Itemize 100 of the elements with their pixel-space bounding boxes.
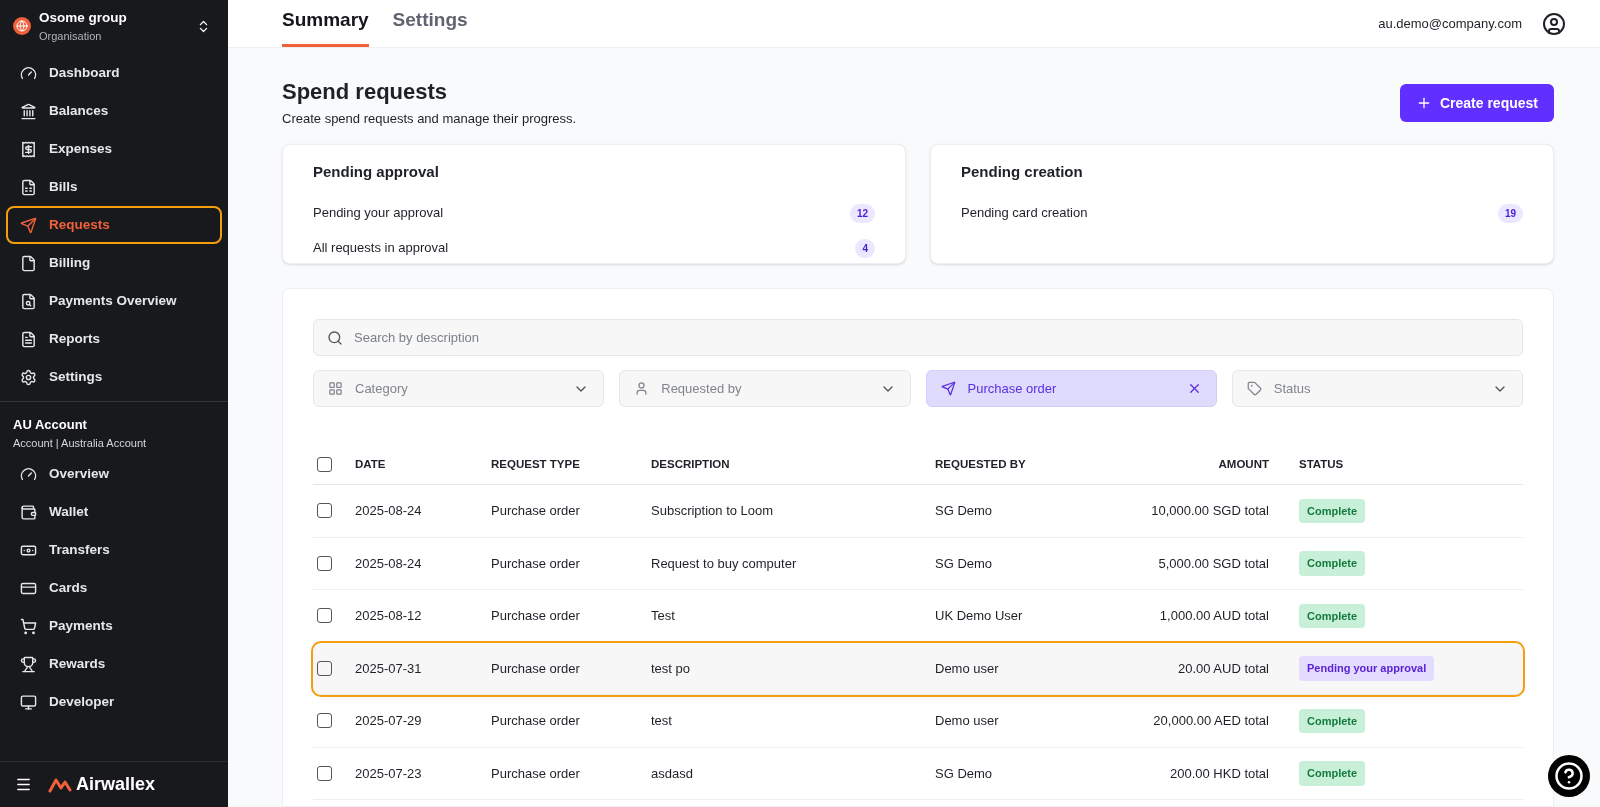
row-checkbox[interactable] — [317, 555, 332, 571]
table-row[interactable]: 2025-08-24 Purchase order Request to buy computer SG Demo 5,000.00 SGD total Complete — [313, 537, 1523, 590]
page-title: Spend requests — [282, 78, 449, 106]
logo-icon — [48, 776, 72, 793]
table-cell-text: Purchase order — [491, 712, 581, 730]
table-cell-text: 2025-08-24 — [355, 502, 423, 520]
table-cell-text: 2025-08-12 — [355, 607, 423, 625]
column-header: STATUS — [1298, 456, 1345, 472]
file-search-icon — [20, 292, 37, 310]
table-cell-text: 20.00 AUD total — [1176, 659, 1269, 678]
org-name: Osome group — [39, 8, 128, 27]
filter-dropdown[interactable]: Status — [1231, 370, 1523, 407]
page-subtitle: Create spend requests and manage their progress. — [282, 109, 577, 128]
table-cell-text: SG Demo — [935, 502, 994, 520]
nav-item[interactable]: Wallet — [6, 493, 222, 531]
count-badge: 12 — [849, 203, 875, 223]
status-badge: Complete — [1299, 551, 1366, 576]
status-badge: Complete — [1299, 498, 1366, 523]
nav-item[interactable]: Payments — [6, 607, 222, 645]
nav-item[interactable]: Cards — [6, 569, 222, 607]
column-header: DESCRIPTION — [651, 456, 731, 472]
table-cell-text: Demo user — [935, 712, 1000, 730]
table-cell-text: SG Demo — [935, 554, 994, 573]
create-request-button[interactable]: Create request — [1399, 84, 1554, 122]
table-row[interactable]: 2025-07-23 Purchase order asdasd SG Demo 200.00 HKD total Complete — [313, 747, 1523, 800]
file-icon — [20, 254, 37, 272]
table-cell-text: 10,000.00 SGD total — [1150, 502, 1269, 520]
table-cell-text: 200.00 HKD total — [1169, 764, 1269, 783]
row-checkbox[interactable] — [317, 660, 332, 676]
nav-item[interactable]: Settings — [6, 358, 222, 396]
nav-item[interactable]: Reports — [6, 320, 222, 358]
table-cell-text: 2025-07-23 — [355, 764, 423, 783]
row-checkbox[interactable] — [317, 713, 332, 729]
grid-icon — [328, 381, 343, 396]
row-checkbox[interactable] — [317, 608, 332, 624]
filter-dropdown[interactable]: Requested by — [619, 370, 911, 407]
account-icon[interactable] — [1542, 11, 1566, 36]
table-cell-text: test — [651, 712, 673, 730]
card-row-label[interactable]: All requests in approval — [313, 238, 449, 258]
nav-item[interactable]: Balances — [6, 92, 222, 130]
column-header: REQUESTED BY — [935, 456, 1027, 472]
cart-icon — [20, 617, 37, 635]
column-header: REQUEST TYPE — [491, 456, 581, 472]
table-cell-text: Purchase order — [491, 554, 581, 573]
nav-item[interactable]: Rewards — [6, 645, 222, 683]
table-cell-text: Purchase order — [491, 659, 581, 678]
org-type: Organisation — [39, 28, 103, 44]
nav-item[interactable]: Billing — [6, 244, 222, 282]
count-badge: 19 — [1497, 203, 1523, 223]
account-type: Account | Australia Account — [13, 435, 148, 451]
trophy-icon — [20, 655, 37, 673]
paper-plane-icon — [20, 216, 37, 234]
nav-item[interactable]: Bills — [6, 168, 222, 206]
table-cell-text: Purchase order — [491, 764, 581, 783]
table-cell-text: asdasd — [651, 764, 694, 783]
table-cell-text: 20,000.00 AED total — [1152, 712, 1269, 730]
select-all-checkbox[interactable] — [317, 457, 332, 472]
table-row[interactable]: 2025-08-24 Purchase order Subscription to Loom SG Demo 10,000.00 SGD total Complete — [313, 485, 1523, 538]
table-row[interactable]: 2025-07-31 Purchase order test po Demo user 20.00 AUD total Pending your approval — [313, 642, 1523, 695]
menu-icon[interactable] — [15, 776, 32, 793]
search-icon — [327, 329, 343, 346]
row-checkbox[interactable] — [317, 765, 332, 781]
table-row[interactable]: 2025-07-29 Purchase order test Demo user 20,000.00 AED total Complete — [313, 695, 1523, 748]
card-row-label[interactable]: Pending your approval — [313, 203, 444, 223]
table-cell-text: 1,000.00 AUD total — [1158, 607, 1269, 625]
row-checkbox[interactable] — [317, 503, 332, 519]
bank-icon — [20, 102, 37, 120]
table-cell-text: 2025-07-31 — [355, 659, 423, 678]
table-cell-text: Subscription to Loom — [651, 502, 775, 520]
filter-dropdown[interactable]: Category — [313, 370, 605, 407]
globe-avatar — [13, 17, 31, 35]
column-header: AMOUNT — [1217, 456, 1269, 472]
wallet-icon — [20, 503, 37, 521]
table-cell-text: Purchase order — [491, 502, 581, 520]
status-badge: Complete — [1299, 761, 1366, 786]
nav-item[interactable]: Overview — [6, 455, 222, 493]
nav-item[interactable]: Payments Overview — [6, 282, 222, 320]
tab[interactable]: Settings — [392, 5, 468, 47]
card-row-label[interactable]: Pending card creation — [961, 203, 1088, 223]
table-cell-text: UK Demo User — [935, 607, 1024, 625]
table-cell-text: Request to buy computer — [651, 554, 798, 573]
table-cell-text: 2025-07-29 — [355, 712, 423, 730]
status-badge: Pending your approval — [1299, 656, 1435, 681]
help-icon — [1554, 761, 1584, 791]
search-field[interactable]: Search by description — [313, 319, 1523, 356]
tag-icon — [1246, 381, 1262, 396]
document-icon — [20, 178, 37, 196]
nav-item[interactable]: Developer — [6, 683, 222, 721]
nav-item[interactable]: Requests — [6, 206, 222, 244]
status-badge: Complete — [1299, 708, 1366, 733]
monitor-icon — [20, 693, 37, 711]
gauge-icon — [20, 465, 37, 483]
nav-item[interactable]: Dashboard — [6, 54, 222, 92]
nav-item[interactable]: Transfers — [6, 531, 222, 569]
table-cell-text: 5,000.00 SGD total — [1157, 554, 1269, 573]
count-badge: 4 — [855, 238, 875, 258]
filter-dropdown[interactable]: Purchase order — [925, 370, 1217, 407]
table-cell-text: SG Demo — [935, 764, 994, 783]
status-badge: Complete — [1299, 603, 1366, 628]
nav-item[interactable]: Expenses — [6, 130, 222, 168]
